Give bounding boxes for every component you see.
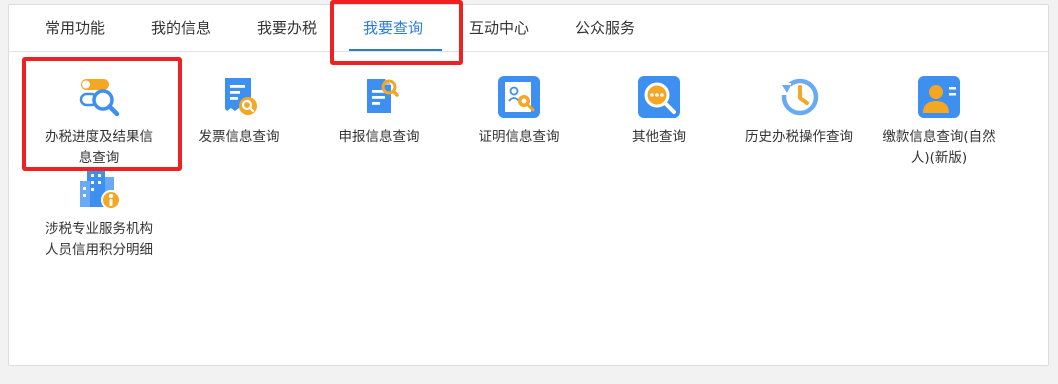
agency-credit-icon — [77, 167, 121, 211]
item-label: 历史办税操作查询 — [745, 129, 853, 145]
item-label: 发票信息查询 — [198, 129, 280, 145]
tab-common-functions[interactable]: 常用功能 — [45, 5, 105, 51]
item-label: 缴款信息查询(自然 人)(新版) — [882, 129, 996, 166]
tab-bar: 常用功能 我的信息 我要办税 我要查询 互动中心 公众服务 — [9, 5, 1048, 52]
item-label: 证明信息查询 — [478, 129, 560, 145]
tab-tax-handling[interactable]: 我要办税 — [257, 5, 317, 51]
query-panel: 常用功能 我的信息 我要办税 我要查询 互动中心 公众服务 办税进度及结果信 息查… — [8, 4, 1049, 366]
item-label: 其他查询 — [632, 129, 686, 145]
item-label: 申报信息查询 — [338, 129, 420, 145]
tab-interaction-center[interactable]: 互动中心 — [469, 5, 529, 51]
search-progress-icon — [77, 75, 121, 119]
history-icon — [777, 75, 821, 119]
tab-my-info[interactable]: 我的信息 — [151, 5, 211, 51]
certificate-search-icon — [497, 75, 541, 119]
item-label: 办税进度及结果信 息查询 — [45, 129, 153, 166]
tab-query[interactable]: 我要查询 — [363, 5, 423, 51]
active-tab-indicator — [349, 49, 442, 51]
other-search-icon — [637, 75, 681, 119]
tab-public-service[interactable]: 公众服务 — [575, 5, 635, 51]
item-label: 涉税专业服务机构 人员信用积分明细 — [45, 221, 153, 258]
invoice-search-icon — [217, 75, 261, 119]
payment-person-icon — [917, 75, 961, 119]
declaration-search-icon — [357, 75, 401, 119]
